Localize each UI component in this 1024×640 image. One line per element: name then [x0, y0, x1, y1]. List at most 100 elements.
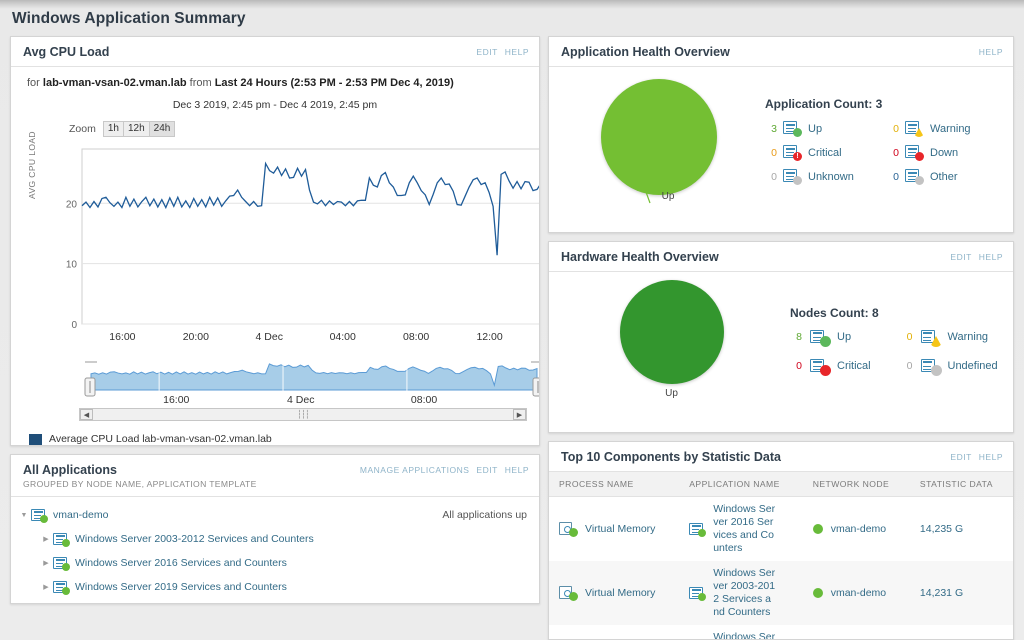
application-name[interactable]: Windows Server 2016 Services and Counter… [713, 503, 775, 555]
application-health-header: Application Health Overview HELP [549, 37, 1013, 67]
zoom-1h-button[interactable]: 1h [103, 121, 123, 137]
y-axis-label: AVG CPU LOAD [27, 131, 37, 199]
top10-links: EDIT HELP [950, 450, 1003, 462]
application-count-label: Application Count: 3 [765, 97, 1003, 111]
tree-node-label[interactable]: vman-demo [53, 509, 108, 521]
stat-label-warning[interactable]: Warning [930, 123, 1003, 135]
scroll-right-arrow[interactable]: ▶ [513, 409, 526, 420]
edit-link[interactable]: EDIT [476, 465, 497, 475]
cell-node: vman-demo [803, 497, 910, 562]
avg-cpu-load-panel: Avg CPU Load EDIT HELP for lab-vman-vsan… [10, 36, 540, 446]
column-process-name[interactable]: PROCESS NAME [549, 472, 679, 497]
hardware-health-pie[interactable] [620, 280, 724, 384]
zoom-24h-button[interactable]: 24h [149, 121, 176, 137]
stat-label-warning[interactable]: Warning [948, 331, 1004, 343]
application-health-stats: Application Count: 3 3 Up 0 Warning 0 Cr… [759, 97, 1003, 184]
process-name[interactable]: Virtual Memory [585, 523, 655, 535]
status-warning-icon [905, 121, 924, 136]
stat-label-unknown[interactable]: Unknown [808, 171, 881, 183]
tree-row-root[interactable]: ▼ vman-demo All applications up [17, 503, 535, 527]
column-statistic-data[interactable]: STATISTIC DATA [910, 472, 1013, 497]
help-link[interactable]: HELP [979, 452, 1003, 462]
network-node[interactable]: vman-demo [831, 587, 886, 599]
status-critical-icon [783, 145, 802, 160]
help-link[interactable]: HELP [979, 252, 1003, 262]
table-row[interactable]: Virtual Memory Windows Server 2003-2012 … [549, 561, 1013, 625]
help-link[interactable]: HELP [505, 465, 529, 475]
application-health-pie[interactable] [601, 79, 717, 195]
process-icon [559, 586, 577, 600]
cell-process: Virtual Memory [549, 497, 679, 562]
avg-cpu-load-body: for lab-vman-vsan-02.vman.lab from Last … [11, 67, 539, 446]
application-name[interactable]: Windows Server 2019 Services and Counter… [713, 631, 775, 640]
scroll-grip[interactable]: ┆┆┆ [297, 410, 308, 419]
stat-label-other[interactable]: Other [930, 171, 1003, 183]
chevron-down-icon[interactable]: ▼ [17, 512, 31, 519]
stat-count: 0 [901, 331, 913, 343]
svg-text:16:00: 16:00 [163, 394, 189, 406]
zoom-label: Zoom [69, 123, 96, 135]
process-name[interactable]: Virtual Memory [585, 587, 655, 599]
stat-count: 0 [765, 147, 777, 159]
cpu-chart[interactable]: AVG CPU LOAD 0102016:0020:004 Dec04:0008… [49, 141, 527, 356]
stat-label-down[interactable]: Down [930, 147, 1003, 159]
stat-label-undefined[interactable]: Undefined [948, 360, 1004, 372]
stat-count: 0 [765, 171, 777, 183]
manage-applications-link[interactable]: MANAGE APPLICATIONS [360, 465, 469, 475]
column-application-name[interactable]: APPLICATION NAME [679, 472, 802, 497]
edit-link[interactable]: EDIT [950, 252, 971, 262]
legend-label: Average CPU Load lab-vman-vsan-02.vman.l… [49, 433, 272, 445]
stat-label-up[interactable]: Up [837, 331, 893, 343]
application-name[interactable]: Windows Server 2003-2012 Services and Co… [713, 567, 775, 619]
tree-child-label[interactable]: Windows Server 2003-2012 Services and Co… [75, 533, 314, 545]
caption-mid: from [190, 77, 212, 89]
stat-label-up[interactable]: Up [808, 123, 881, 135]
right-column: Application Health Overview HELP Up Appl… [548, 36, 1014, 640]
page-title: Windows Application Summary [0, 0, 1024, 28]
table-row[interactable]: Virtual Memory Windows Server 2016 Servi… [549, 497, 1013, 562]
tree-node-status: All applications up [442, 509, 535, 521]
tree-row-child[interactable]: ▶ Windows Server 2016 Services and Count… [17, 551, 535, 575]
stat-label-critical[interactable]: Critical [808, 147, 881, 159]
cpu-chart-navigator[interactable]: 16:00 4 Dec 08:00 [79, 360, 527, 408]
svg-text:10: 10 [66, 260, 78, 271]
tree-child-label[interactable]: Windows Server 2016 Services and Counter… [75, 557, 287, 569]
svg-text:08:00: 08:00 [411, 394, 437, 406]
edit-link[interactable]: EDIT [476, 47, 497, 57]
caption-prefix: for [27, 77, 40, 89]
zoom-button-group: 1h 12h 24h [103, 121, 176, 137]
svg-text:0: 0 [71, 320, 77, 331]
chart-scrollbar[interactable]: ◀ ┆┆┆ ▶ [79, 408, 527, 421]
application-icon [53, 533, 69, 546]
svg-text:20: 20 [66, 199, 78, 210]
stat-count: 0 [887, 147, 899, 159]
tree-row-child[interactable]: ▶ Windows Server 2019 Services and Count… [17, 575, 535, 599]
edit-link[interactable]: EDIT [950, 452, 971, 462]
chart-legend: Average CPU Load lab-vman-vsan-02.vman.l… [29, 433, 527, 445]
application-icon [53, 557, 69, 570]
table-row[interactable]: Virtual Memory Windows Server 2019 Servi… [549, 625, 1013, 640]
hardware-health-title: Hardware Health Overview [561, 250, 719, 264]
svg-text:16:00: 16:00 [109, 331, 135, 343]
svg-text:4 Dec: 4 Dec [287, 394, 314, 406]
scroll-left-arrow[interactable]: ◀ [80, 409, 93, 420]
tree-child-label[interactable]: Windows Server 2019 Services and Counter… [75, 581, 287, 593]
help-link[interactable]: HELP [979, 47, 1003, 57]
chevron-right-icon[interactable]: ▶ [39, 535, 53, 543]
node-undefined-icon [921, 359, 940, 374]
node-critical-icon [810, 359, 829, 374]
hardware-health-stats-grid: 8 Up 0 Warning 0 Critical 0 Undefined [790, 330, 1003, 374]
application-health-pie-wrap: Up [559, 79, 759, 202]
all-applications-subtitle: GROUPED BY NODE NAME, APPLICATION TEMPLA… [23, 479, 257, 489]
chevron-right-icon[interactable]: ▶ [39, 583, 53, 591]
stat-label-critical[interactable]: Critical [837, 360, 893, 372]
zoom-12h-button[interactable]: 12h [123, 121, 149, 137]
top10-header: Top 10 Components by Statistic Data EDIT… [549, 442, 1013, 472]
applications-tree: ▼ vman-demo All applications up ▶ Window… [11, 497, 539, 604]
help-link[interactable]: HELP [505, 47, 529, 57]
zoom-controls: Zoom 1h 12h 24h [69, 121, 527, 137]
column-network-node[interactable]: NETWORK NODE [803, 472, 910, 497]
tree-row-child[interactable]: ▶ Windows Server 2003-2012 Services and … [17, 527, 535, 551]
network-node[interactable]: vman-demo [831, 523, 886, 535]
chevron-right-icon[interactable]: ▶ [39, 559, 53, 567]
